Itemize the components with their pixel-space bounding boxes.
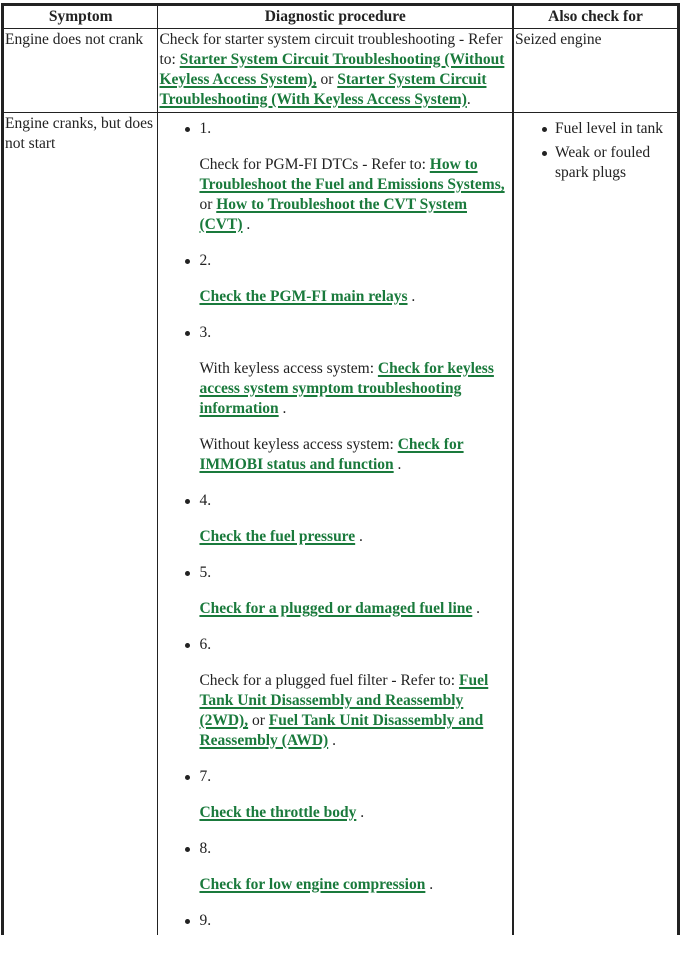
step-text: . — [242, 216, 251, 233]
link-how-to-troubleshoot-the-cvt-system-cvt[interactable]: How to Troubleshoot the CVT System (CVT) — [199, 196, 467, 233]
step-body: Check for a plugged or damaged fuel line… — [199, 599, 510, 619]
procedure-step: 4. Check the fuel pressure . — [159, 491, 510, 547]
link-check-the-throttle-body[interactable]: Check the throttle body — [199, 804, 356, 821]
also-check-cell: Seized engine — [512, 28, 679, 113]
link-check-the-pgm-fi-main-relays[interactable]: Check the PGM-FI main relays — [199, 288, 407, 305]
procedure-step: 9. — [159, 911, 510, 931]
step-text: . — [472, 600, 481, 617]
step-text: . — [407, 288, 416, 305]
also-check-list: Fuel level in tank Weak or fouled spark … — [515, 119, 675, 183]
table-row: Engine does not crank Check for starter … — [1, 28, 679, 113]
step-number: 4. — [185, 491, 510, 511]
step-body: With keyless access system: Check for ke… — [199, 359, 510, 419]
step-number: 5. — [185, 563, 510, 583]
step-text: . — [355, 528, 363, 545]
also-check-item: Weak or fouled spark plugs — [542, 143, 675, 183]
procedure-step: 8. Check for low engine compression . — [159, 839, 510, 895]
also-check-text: Weak or fouled spark plugs — [555, 144, 651, 181]
step-text: . — [356, 804, 365, 821]
procedure-step: 6. Check for a plugged fuel filter - Refe… — [159, 635, 510, 751]
table-row: Engine cranks, but does not start 1. Chec… — [1, 112, 679, 935]
procedure-steps-list: 1. Check for PGM-FI DTCs - Refer to: How … — [159, 119, 510, 931]
step-number-text: 4. — [199, 492, 212, 509]
step-number: 9. — [185, 911, 510, 931]
link-check-for-a-plugged-or-damaged-fuel-line[interactable]: Check for a plugged or damaged fuel line — [199, 600, 472, 617]
step-text: With keyless access system: — [199, 360, 378, 377]
header-symptom: Symptom — [1, 4, 159, 29]
step-text: . — [393, 456, 402, 473]
bullet-icon — [185, 331, 191, 336]
step-number: 3. — [185, 323, 510, 343]
link-check-for-low-engine-compression[interactable]: Check for low engine compression — [199, 876, 425, 893]
bullet-icon — [542, 127, 547, 132]
procedure-step: 3. With keyless access system: Check for … — [159, 323, 510, 475]
step-number-text: 6. — [199, 636, 212, 653]
step-body: Check the fuel pressure . — [199, 527, 510, 547]
step-number-text: 3. — [199, 324, 212, 341]
bullet-icon — [185, 847, 191, 852]
step-text: Without keyless access system: — [199, 436, 398, 453]
step-number-text: 7. — [199, 768, 212, 785]
step-body: Check for low engine compression . — [199, 875, 510, 895]
bullet-icon — [542, 151, 547, 156]
also-check-cell: Fuel level in tank Weak or fouled spark … — [512, 112, 679, 935]
step-number: 2. — [185, 251, 510, 271]
step-text: Check for a plugged fuel filter - Refer … — [199, 672, 459, 689]
step-body: Check the throttle body . — [199, 803, 510, 823]
step-number-text: 5. — [199, 564, 212, 581]
procedure-cell: Check for starter system circuit trouble… — [157, 28, 515, 113]
step-body: Check for PGM-FI DTCs - Refer to: How to… — [199, 155, 510, 235]
step-number: 8. — [185, 839, 510, 859]
also-check-item: Fuel level in tank — [542, 119, 675, 139]
step-number-text: 2. — [199, 252, 212, 269]
symptom-cell: Engine does not crank — [1, 28, 159, 113]
procedure-text: or — [316, 71, 338, 88]
step-text: . — [425, 876, 434, 893]
procedure-cell: 1. Check for PGM-FI DTCs - Refer to: How … — [157, 112, 515, 935]
step-number-text: 8. — [199, 840, 212, 857]
procedure-step: 1. Check for PGM-FI DTCs - Refer to: How … — [159, 119, 510, 235]
step-text: Check for PGM-FI DTCs - Refer to: — [199, 156, 430, 173]
bullet-icon — [185, 775, 191, 780]
step-number: 7. — [185, 767, 510, 787]
symptom-cell: Engine cranks, but does not start — [1, 112, 159, 935]
step-text: or — [199, 196, 217, 213]
header-diagnostic-procedure: Diagnostic procedure — [157, 4, 515, 29]
step-number-text: 9. — [199, 912, 212, 929]
diagnostic-table: Symptom Diagnostic procedure Also check … — [1, 3, 680, 935]
step-number: 1. — [185, 119, 510, 139]
procedure-step: 2. Check the PGM-FI main relays . — [159, 251, 510, 307]
step-text: . — [278, 400, 287, 417]
procedure-step: 7. Check the throttle body . — [159, 767, 510, 823]
bullet-icon — [185, 643, 191, 648]
procedure-text: . — [466, 91, 471, 108]
bullet-icon — [185, 919, 191, 924]
header-also-check-for: Also check for — [512, 4, 679, 29]
link-check-the-fuel-pressure[interactable]: Check the fuel pressure — [199, 528, 355, 545]
step-number: 6. — [185, 635, 510, 655]
bullet-icon — [185, 259, 191, 264]
step-body: Check the PGM-FI main relays . — [199, 287, 510, 307]
bullet-icon — [185, 499, 191, 504]
step-body: Check for a plugged fuel filter - Refer … — [199, 671, 510, 751]
also-check-text: Fuel level in tank — [555, 120, 664, 137]
bullet-icon — [185, 127, 191, 132]
step-number-text: 1. — [199, 120, 212, 137]
procedure-step: 5. Check for a plugged or damaged fuel li… — [159, 563, 510, 619]
step-text: . — [328, 732, 336, 749]
bullet-icon — [185, 571, 191, 576]
table-header-row: Symptom Diagnostic procedure Also check … — [1, 4, 679, 29]
step-body: Without keyless access system: Check for… — [199, 435, 510, 475]
step-text: or — [248, 712, 269, 729]
